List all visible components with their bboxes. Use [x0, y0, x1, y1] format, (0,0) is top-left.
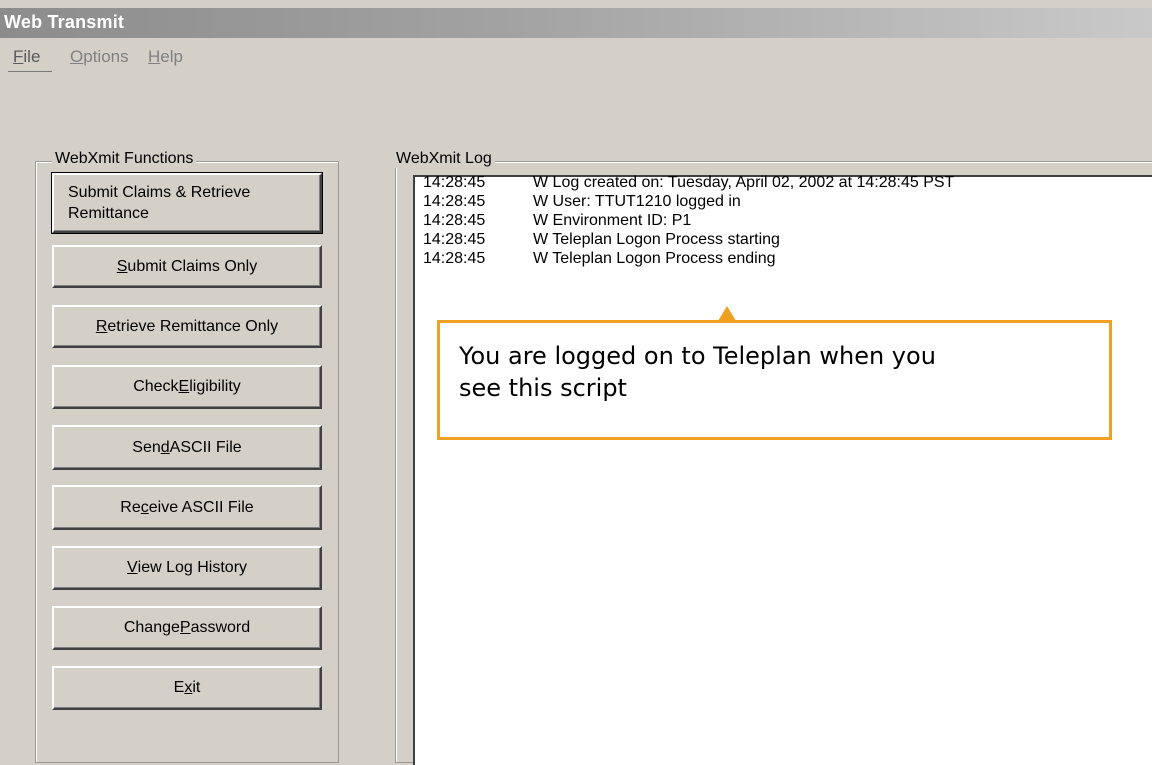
log-message: W Teleplan Logon Process starting [533, 231, 780, 248]
submit-claims-only-button[interactable]: Submit Claims Only [52, 245, 322, 288]
change-password-label-pre: Change [123, 619, 180, 636]
exit-mnemonic: x [184, 679, 193, 696]
menu-help-label: elp [160, 47, 183, 66]
check-eligibility-button[interactable]: Check Eligibility [52, 365, 322, 409]
change-password-mnemonic: P [179, 619, 191, 636]
menu-help[interactable]: Help [148, 47, 183, 67]
send-ascii-label-post: ASCII File [169, 438, 242, 456]
log-message: W Environment ID: P1 [533, 212, 692, 229]
exit-label-pre: E [173, 679, 185, 696]
log-output[interactable]: 14:28:45 W Log created on: Tuesday, April… [413, 173, 1152, 765]
change-password-label-post: assword [190, 619, 251, 636]
submit-claims-only-mnemonic: S [116, 257, 128, 275]
check-eligibility-mnemonic: E [178, 378, 190, 395]
menu-file[interactable]: File [13, 47, 40, 67]
exit-label-post: it [192, 679, 201, 696]
receive-ascii-mnemonic: c [140, 498, 149, 516]
retrieve-remittance-only-label: etrieve Remittance Only [107, 317, 279, 335]
send-ascii-file-button[interactable]: Sen d ASCII File [52, 425, 322, 470]
receive-ascii-file-button[interactable]: Re c eive ASCII File [52, 485, 322, 530]
send-ascii-label-pre: Sen [132, 438, 161, 456]
log-message: W Log created on: Tuesday, April 02, 200… [533, 174, 955, 191]
log-time: 14:28:45 [423, 250, 486, 267]
submit-claims-retrieve-remittance-button[interactable]: Submit Claims & Retrieve Remittance [51, 172, 323, 234]
view-log-label: iew Log History [137, 559, 248, 576]
submit-retrieve-line1: Submit Claims & Retrieve [68, 184, 251, 201]
view-log-mnemonic: V [126, 559, 138, 576]
callout-text-line2: see this script [459, 374, 627, 402]
menu-help-mnemonic: H [148, 47, 161, 66]
menu-bar: File Options Help [0, 47, 1152, 72]
receive-ascii-label-post: eive ASCII File [148, 498, 254, 516]
exit-button[interactable]: Ex it [52, 666, 322, 710]
menu-file-mnemonic: F [13, 47, 24, 66]
menu-file-label: ile [23, 47, 41, 66]
menu-options-mnemonic: O [70, 47, 84, 66]
annotation-callout: You are logged on to Teleplan when you s… [437, 320, 1112, 440]
functions-group-legend: WebXmit Functions [52, 150, 197, 168]
log-entry: 14:28:45 W Environment ID: P1 [423, 211, 691, 230]
log-message: W Teleplan Logon Process ending [533, 250, 776, 267]
menu-options-label: ptions [83, 47, 129, 66]
receive-ascii-label-pre: Re [120, 498, 141, 516]
view-log-history-button[interactable]: View Log History [52, 546, 322, 590]
retrieve-remittance-only-mnemonic: R [95, 317, 108, 335]
log-entry: 14:28:45 W Teleplan Logon Process ending [423, 249, 776, 268]
menu-file-underline [8, 71, 52, 72]
title-bar: Web Transmit [0, 8, 1152, 38]
log-entry: 14:28:45 W Log created on: Tuesday, April… [423, 173, 954, 192]
check-eligibility-label-pre: Check [133, 378, 179, 395]
menu-options[interactable]: Options [70, 47, 129, 67]
check-eligibility-label-post: ligibility [189, 378, 241, 395]
log-time: 14:28:45 [423, 174, 486, 191]
change-password-button[interactable]: Change Password [52, 606, 322, 650]
log-time: 14:28:45 [423, 231, 486, 248]
log-time: 14:28:45 [423, 193, 486, 210]
log-time: 14:28:45 [423, 212, 486, 229]
log-group-legend: WebXmit Log [393, 150, 495, 168]
log-entry: 14:28:45 W User: TTUT1210 logged in [423, 192, 741, 211]
log-entry: 14:28:45 W Teleplan Logon Process startin… [423, 230, 780, 249]
retrieve-remittance-only-button[interactable]: Retrieve Remittance Only [52, 305, 322, 348]
callout-text-line1: You are logged on to Teleplan when you [459, 342, 936, 370]
callout-pointer-arrow-icon [718, 306, 736, 321]
window-title: Web Transmit [4, 12, 125, 32]
log-message: W User: TTUT1210 logged in [533, 193, 741, 210]
send-ascii-mnemonic: d [160, 438, 170, 456]
submit-claims-only-label: ubmit Claims Only [127, 257, 258, 275]
submit-retrieve-line2: Remittance [68, 205, 149, 222]
